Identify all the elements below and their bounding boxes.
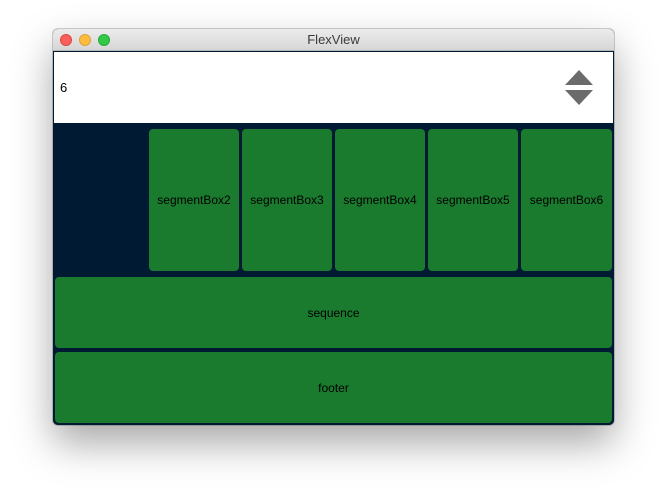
increment-arrow-icon[interactable]	[565, 70, 593, 85]
footer-box[interactable]: footer	[55, 352, 612, 423]
sequence-box[interactable]: sequence	[55, 277, 612, 348]
flex-view-content: 6 segmentBox2 segmentBox3 segmentBox4 se…	[53, 51, 614, 425]
segment-count-spinbox[interactable]: 6	[54, 52, 613, 123]
app-window: FlexView 6 segmentBox2 segmentBox3 segme…	[53, 29, 614, 425]
spinbox-stepper[interactable]	[565, 70, 595, 106]
segment-box-5[interactable]: segmentBox5	[428, 129, 518, 271]
decrement-arrow-icon[interactable]	[565, 90, 593, 105]
segment-box-6[interactable]: segmentBox6	[521, 129, 612, 271]
title-bar[interactable]: FlexView	[53, 29, 614, 51]
window-title: FlexView	[307, 32, 360, 47]
segment-box-2[interactable]: segmentBox2	[149, 129, 239, 271]
segment-box-3[interactable]: segmentBox3	[242, 129, 332, 271]
spinbox-value[interactable]: 6	[60, 52, 67, 123]
segment-box-4[interactable]: segmentBox4	[335, 129, 425, 271]
